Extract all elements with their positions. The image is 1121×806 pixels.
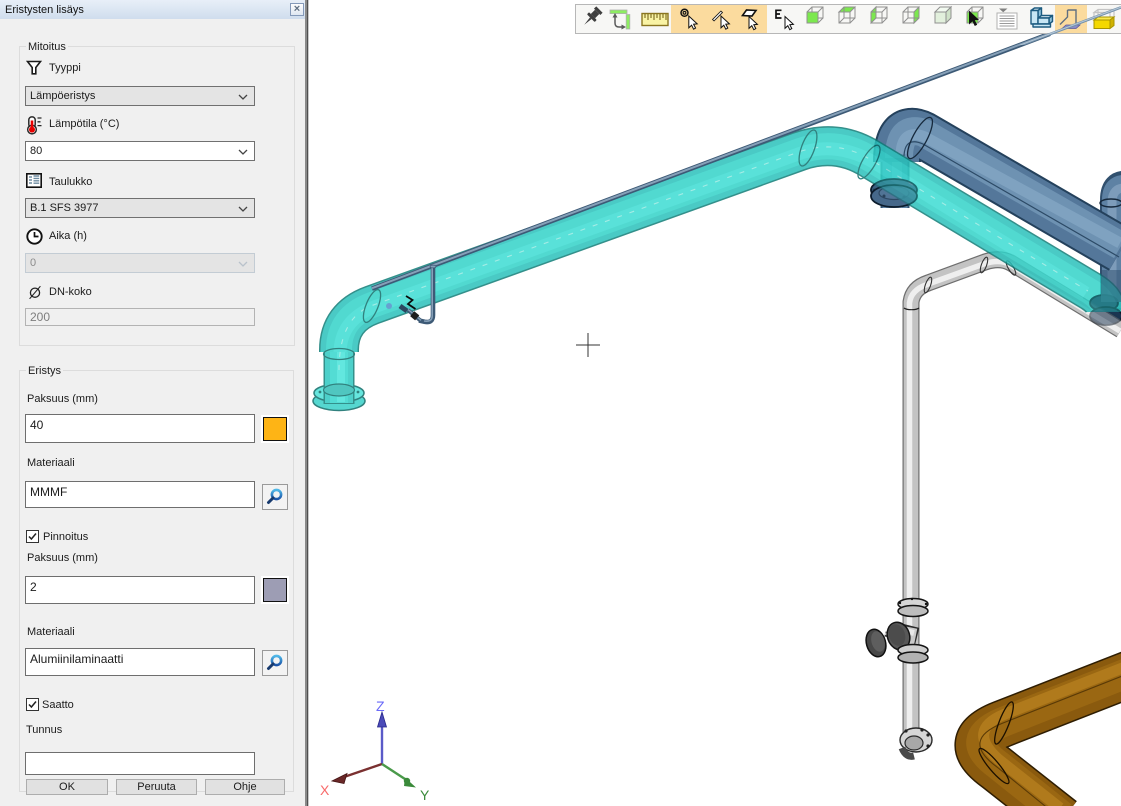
svg-text:Y: Y: [420, 787, 430, 803]
svg-text:Z: Z: [376, 698, 385, 714]
svg-text:X: X: [320, 782, 330, 798]
